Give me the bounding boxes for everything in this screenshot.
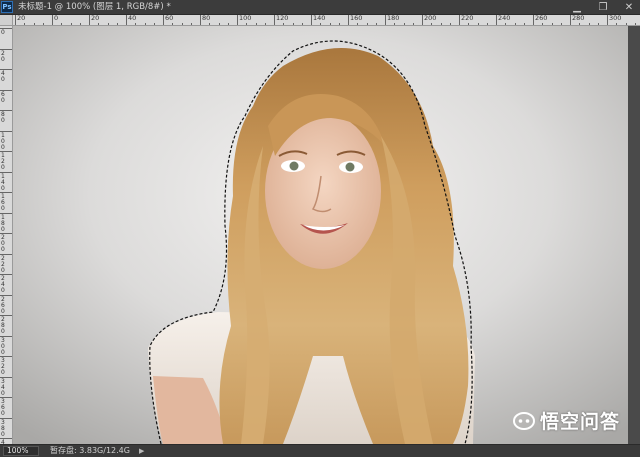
ruler-top-tick [52,15,53,25]
ruler-top-label: 280 [572,15,585,22]
ruler-top-tick [459,15,460,25]
ruler-left-label: 80 [1,111,5,124]
restore-button[interactable]: ❐ [596,2,610,14]
ruler-top-label: 240 [498,15,511,22]
ruler-top-tick [348,15,349,25]
ruler-origin[interactable] [0,15,13,26]
photoshop-window: Ps 未标题-1 @ 100% (图层 1, RGB/8#) * ▁ ❐ ✕ 2… [0,0,640,457]
ruler-top-label: 160 [350,15,363,22]
zoom-input[interactable]: 100% [3,446,39,456]
ruler-top-tick [200,15,201,25]
ruler-top-label: 260 [535,15,548,22]
close-button[interactable]: ✕ [622,2,636,14]
ruler-top-label: 0 [54,15,59,22]
ruler-left-label: 160 [1,193,5,212]
document-canvas[interactable]: 悟空问答 [13,26,628,444]
ruler-left-label: 20 [1,49,5,63]
ruler-left-label: 0 [1,29,5,36]
ruler-top-tick [237,15,238,25]
status-bar: 100% 暂存盘: 3.83G/12.4G ▶ [0,444,640,457]
ruler-top-tick [311,15,312,25]
ruler-top-label: 140 [313,15,326,22]
ruler-left-label: 200 [1,234,5,253]
ruler-top-label: 20 [91,15,100,22]
ruler-top-tick [385,15,386,25]
ruler-top-label: 100 [239,15,252,22]
ruler-top-tick [89,15,90,25]
ruler-top-label: 40 [128,15,137,22]
ruler-top-tick [163,15,164,25]
watermark: 悟空问答 [512,407,620,434]
ruler-top-label: 200 [424,15,437,22]
right-iris [345,162,355,172]
ruler-top-label: 180 [387,15,400,22]
horizontal-ruler[interactable]: 20 0 20 40 60 80 100 120 140 160 180 200 220 240 260 28… [13,15,640,26]
ruler-left-label: 60 [1,90,5,104]
ruler-top-label: 20 [17,15,26,22]
ruler-top-tick [533,15,534,25]
ruler-left-label: 340 [1,377,5,397]
ruler-left-label: 260 [1,295,5,315]
ruler-top-tick [422,15,423,25]
minimize-button[interactable]: ▁ [570,2,584,14]
ruler-left-label: 100 [1,131,5,151]
ruler-left-label: 220 [1,254,5,274]
watermark-text: 悟空问答 [539,411,620,433]
window-controls: ▁ ❐ ✕ [570,0,636,15]
left-iris [289,161,299,171]
ruler-left-label: 360 [1,398,5,417]
ruler-left-label: 380 [1,418,5,438]
ruler-left-label: 240 [1,275,5,294]
ruler-top-tick [126,15,127,25]
document-title: 未标题-1 @ 100% (图层 1, RGB/8#) * [18,2,171,12]
title-bar: Ps 未标题-1 @ 100% (图层 1, RGB/8#) * ▁ ❐ ✕ [0,0,640,15]
status-menu-arrow-icon[interactable]: ▶ [139,445,144,457]
ruler-top-tick [15,15,16,25]
ruler-left-label: 140 [1,172,5,192]
ruler-top-label: 80 [202,15,211,22]
ruler-top-label: 120 [276,15,289,22]
ruler-left-label: 280 [1,316,5,335]
ruler-left-label: 180 [1,213,5,233]
wukong-logo-icon [512,411,535,430]
ruler-left-label: 120 [1,152,5,171]
vertical-scrollbar[interactable] [628,26,640,444]
ruler-top-tick [496,15,497,25]
scratch-disk-info: 暂存盘: 3.83G/12.4G [50,446,130,455]
ruler-top-tick [607,15,608,25]
ruler-left-label: 320 [1,357,5,376]
ruler-top-tick [274,15,275,25]
photo-layer [13,26,628,444]
ruler-top-label: 60 [165,15,174,22]
vertical-ruler[interactable]: 0 20 40 60 80 100 120 140 160 180 200 220 240 260 280 3… [0,26,13,444]
ruler-left-label: 40 [1,70,5,83]
ruler-top-label: 300 [609,15,622,22]
ruler-top-tick [570,15,571,25]
ruler-left-label: 300 [1,336,5,356]
ruler-top-label: 220 [461,15,474,22]
photoshop-icon: Ps [1,1,13,13]
